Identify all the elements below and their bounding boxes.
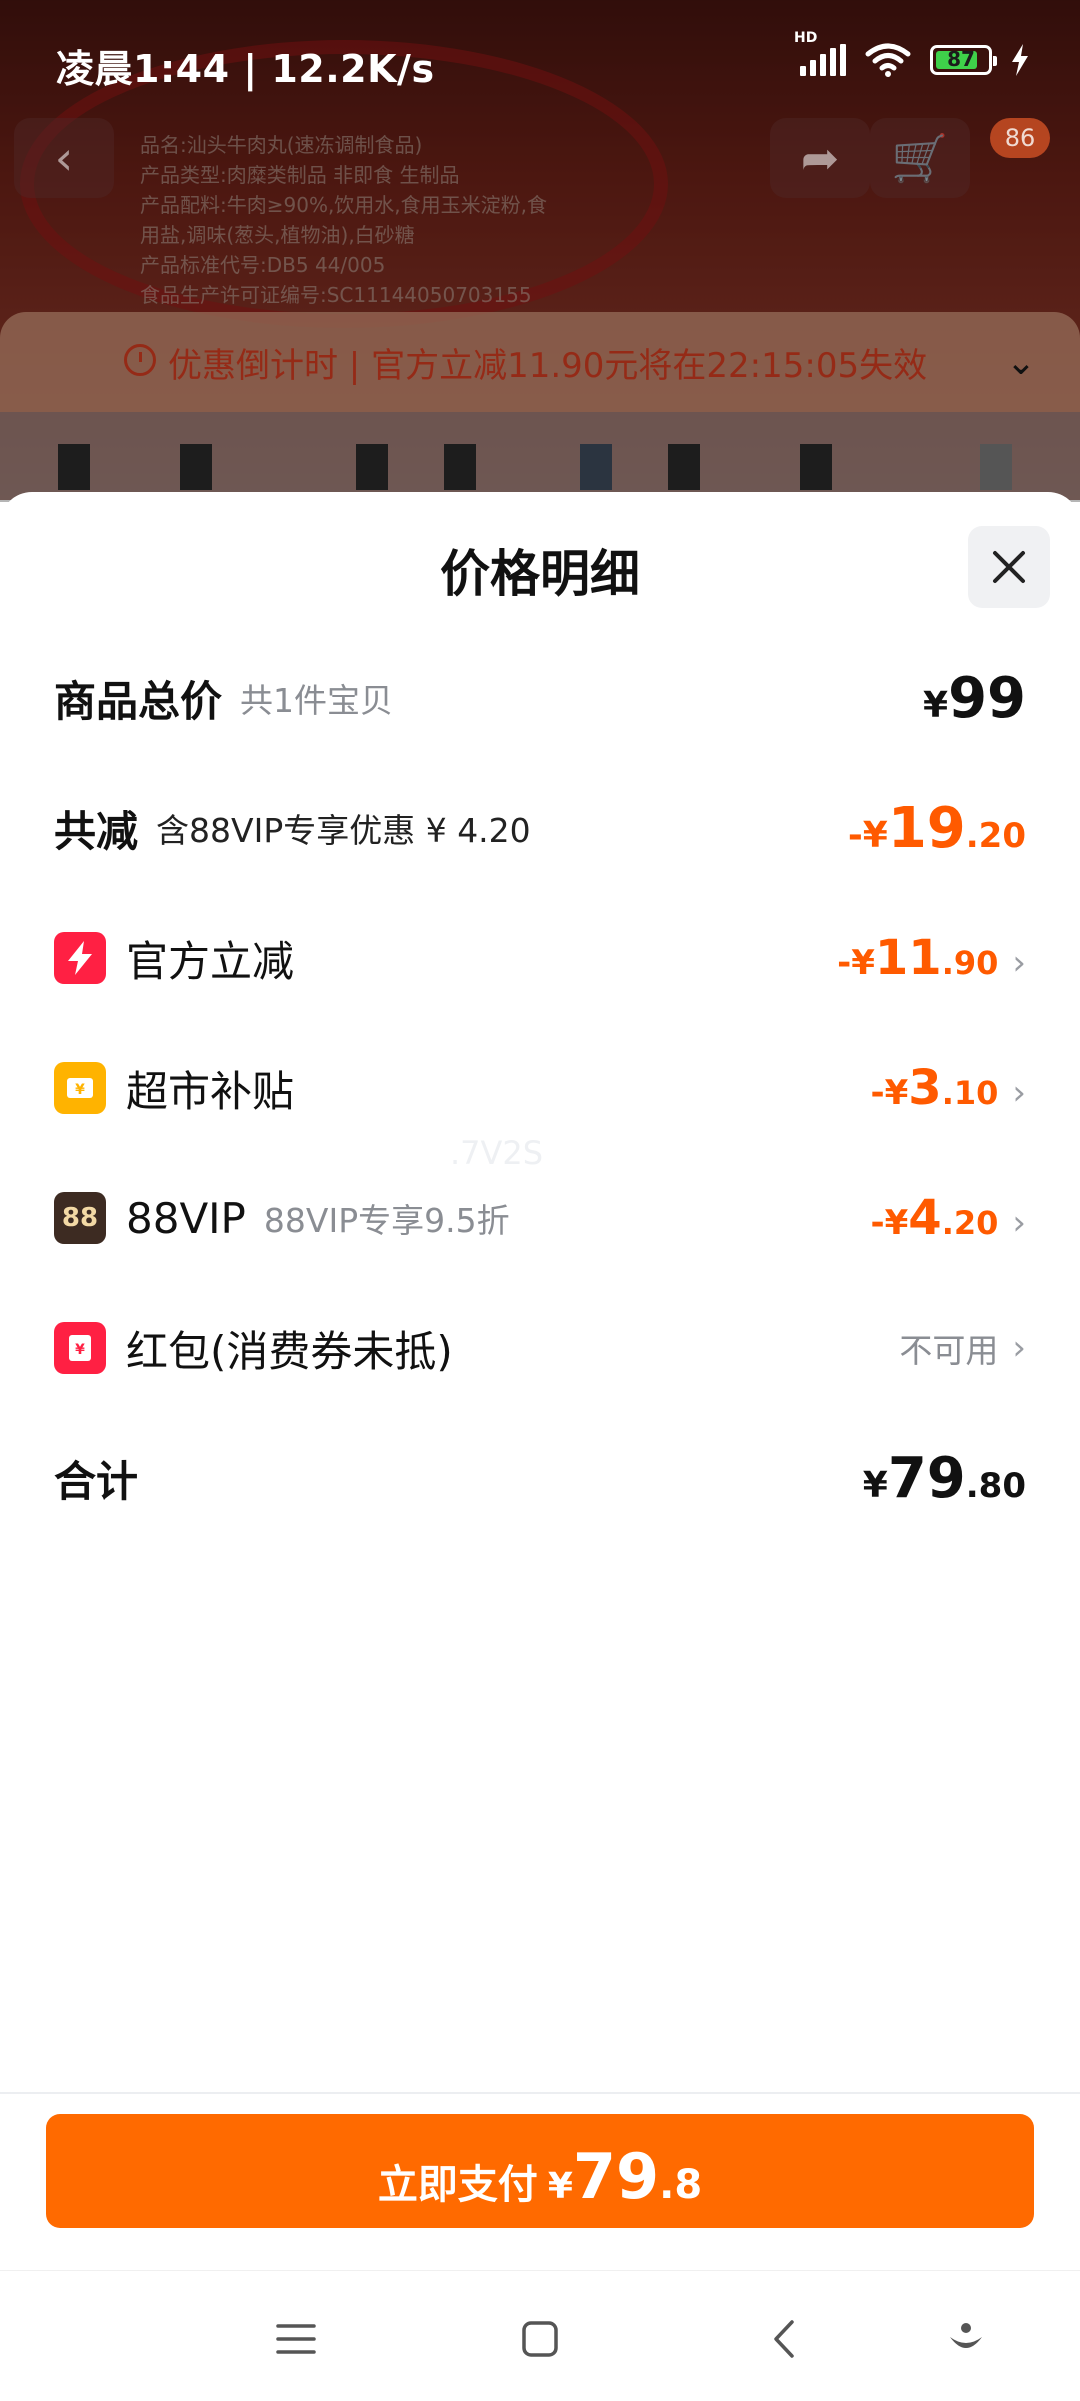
sum-row: 合计 ¥ 79 .80 xyxy=(54,1438,1026,1518)
currency-symbol: -¥ xyxy=(870,1073,909,1113)
sum-label: 合计 xyxy=(54,1456,139,1506)
price-integer: 79 xyxy=(572,2140,660,2213)
countdown-text: 优惠倒计时 | 官方立减11.90元将在22:15:05失效 xyxy=(168,345,928,386)
wifi-icon xyxy=(865,43,911,77)
chevron-down-icon[interactable]: ⌄ xyxy=(1006,342,1036,383)
pay-bar: 立即支付 ¥ 79 .8 xyxy=(0,2092,1080,2272)
sheet-title: 价格明细 xyxy=(440,545,640,603)
chevron-right-icon: › xyxy=(1012,1073,1026,1113)
close-button[interactable] xyxy=(968,526,1050,608)
chevron-right-icon: › xyxy=(1012,943,1026,983)
svg-text:¥: ¥ xyxy=(75,1082,85,1098)
currency-symbol: -¥ xyxy=(870,1203,909,1243)
home-button[interactable] xyxy=(510,2311,570,2367)
total-discount-row: 共减 含88VIP专享优惠 ¥ 4.20 -¥ 19 .20 xyxy=(54,788,1026,868)
share-button[interactable]: ➦ xyxy=(770,118,870,198)
coupon-icon: ¥ xyxy=(54,1062,106,1114)
cart-count-badge: 86 xyxy=(990,118,1050,158)
price-decimal: .20 xyxy=(965,815,1026,856)
cart-button[interactable]: 🛒 xyxy=(870,118,970,198)
clock-icon xyxy=(124,344,156,376)
discount-item-label: 88VIP xyxy=(126,1193,246,1243)
discount-item-amount: -¥ 4 .20 › xyxy=(871,1190,1026,1246)
pay-now-button[interactable]: 立即支付 ¥ 79 .8 xyxy=(46,2114,1034,2228)
charging-icon xyxy=(1012,44,1028,76)
price-integer: 3 xyxy=(908,1060,942,1116)
menu-icon xyxy=(276,2324,316,2354)
promo-countdown-bar[interactable]: 优惠倒计时 | 官方立减11.90元将在22:15:05失效 ⌄ xyxy=(0,312,1080,412)
price-decimal: .90 xyxy=(941,944,999,982)
price-decimal: .8 xyxy=(659,2162,703,2208)
discount-item-official[interactable]: 官方立减 -¥ 11 .90 › xyxy=(54,918,1026,998)
discount-item-amount: -¥ 3 .10 › xyxy=(871,1060,1026,1116)
total-goods-row: 商品总价 共1件宝贝 ¥ 99 xyxy=(54,658,1026,738)
discount-item-vip[interactable]: 88 88VIP 88VIP专享9.5折 -¥ 4 .20 › xyxy=(54,1178,1026,1258)
svg-text:¥: ¥ xyxy=(75,1342,85,1358)
total-discount-label: 共减 xyxy=(54,806,139,856)
red-packet-status-text: 不可用 xyxy=(899,1331,999,1370)
close-icon xyxy=(993,551,1025,583)
vip88-icon: 88 xyxy=(54,1192,106,1244)
status-bar: 凌晨1:44 | 12.2K/s HD 87 xyxy=(0,0,1080,110)
price-decimal: .80 xyxy=(965,1465,1026,1506)
red-packet-icon: ¥ xyxy=(54,1322,106,1374)
discount-item-label: 官方立减 xyxy=(126,936,295,986)
price-decimal: .10 xyxy=(941,1074,999,1112)
cellular-signal-icon: HD xyxy=(794,30,846,76)
battery-level: 87 xyxy=(947,47,975,71)
price-integer: 19 xyxy=(887,795,966,861)
system-back-button[interactable] xyxy=(754,2311,814,2367)
price-integer: 11 xyxy=(874,930,942,986)
sku-strip xyxy=(0,412,1080,502)
total-goods-count: 共1件宝贝 xyxy=(240,681,394,720)
back-arrow-icon xyxy=(774,2320,794,2358)
red-packet-label: 红包(消费券未抵) xyxy=(126,1326,453,1376)
battery-icon: 87 xyxy=(930,45,997,75)
total-discount-note: 含88VIP专享优惠 ¥ 4.20 xyxy=(156,811,531,850)
assistant-icon xyxy=(950,2323,982,2348)
assistant-button[interactable] xyxy=(936,2311,996,2367)
discount-item-amount: -¥ 11 .90 › xyxy=(837,930,1026,986)
chevron-right-icon: › xyxy=(1012,1328,1026,1368)
price-integer: 99 xyxy=(948,665,1026,731)
menu-button[interactable] xyxy=(266,2311,326,2367)
home-square-icon xyxy=(522,2321,558,2357)
total-goods-price: ¥ 99 xyxy=(923,666,1026,731)
price-integer: 4 xyxy=(908,1190,942,1246)
total-goods-label: 商品总价 xyxy=(54,676,223,726)
chevron-right-icon: › xyxy=(1012,1203,1026,1243)
currency-symbol: ¥ xyxy=(862,1464,888,1506)
system-nav-bar xyxy=(0,2270,1080,2401)
total-discount-amount: -¥ 19 .20 xyxy=(848,796,1026,861)
back-button[interactable]: ‹ xyxy=(14,118,114,198)
watermark-text: .7V2S xyxy=(450,1134,544,1172)
discount-item-label: 超市补贴 xyxy=(126,1066,295,1116)
price-integer: 79 xyxy=(887,1445,966,1511)
currency-symbol: ¥ xyxy=(547,2166,573,2207)
discount-item-note: 88VIP专享9.5折 xyxy=(263,1201,510,1240)
pay-now-label: 立即支付 xyxy=(377,2162,538,2208)
price-decimal: .20 xyxy=(941,1204,999,1242)
currency-symbol: -¥ xyxy=(847,814,888,856)
currency-symbol: -¥ xyxy=(837,943,875,983)
lightning-icon xyxy=(54,932,106,984)
red-packet-status: 不可用 › xyxy=(899,1324,1026,1372)
red-packet-row[interactable]: ¥ 红包(消费券未抵) 不可用 › xyxy=(54,1308,1026,1388)
discount-item-subsidy[interactable]: ¥ 超市补贴 -¥ 3 .10 › xyxy=(54,1048,1026,1128)
status-time: 凌晨1:44 | 12.2K/s xyxy=(56,47,435,91)
sum-amount: ¥ 79 .80 xyxy=(863,1446,1026,1511)
currency-symbol: ¥ xyxy=(923,684,949,726)
